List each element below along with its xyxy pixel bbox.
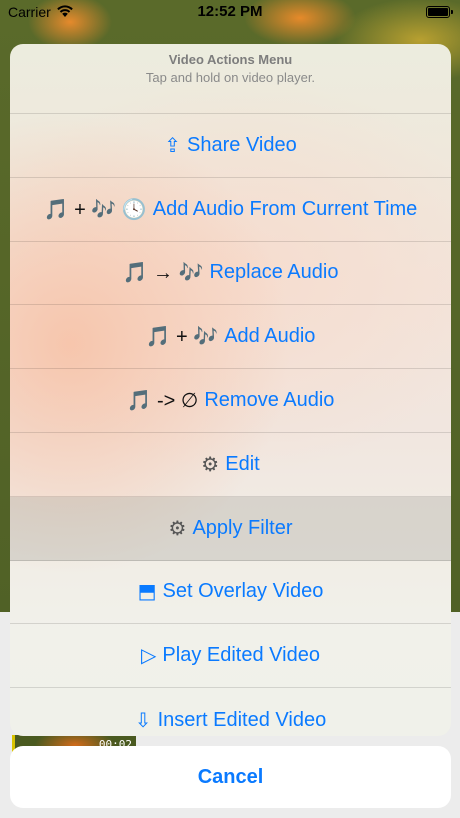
action-share-video-button[interactable]: ⇪ Share Video (10, 114, 451, 178)
status-time: 12:52 PM (197, 3, 263, 20)
action-add-audio-button[interactable]: 🎵 + 🎶 Add Audio (10, 305, 451, 370)
action-play-edited-video-button[interactable]: ▷ Play Edited Video (10, 624, 451, 689)
home-indicator (0, 806, 460, 818)
action-sheet: Video Actions Menu Tap and hold on video… (10, 44, 451, 736)
battery-icon (426, 6, 453, 18)
action-glyph-icon: ⬒ (137, 581, 157, 604)
action-insert-edited-video-button[interactable]: ⇩ Insert Edited Video (10, 688, 451, 736)
action-set-overlay-video-button[interactable]: ⬒ Set Overlay Video (10, 561, 451, 625)
action-label: Remove Audio (204, 389, 335, 412)
action-list: ⇪ Share Video 🎵 + 🎶 🕓 Add Audio From Curren… (10, 114, 451, 736)
action-label: Add Audio From Current Time (152, 197, 418, 220)
action-replace-audio-button[interactable]: 🎵 → 🎶 Replace Audio (10, 242, 451, 306)
action-label: Edit (225, 452, 260, 475)
cancel-button[interactable]: Cancel (10, 746, 451, 808)
action-glyph-icon: ⚙ (168, 517, 187, 540)
action-sheet-header: Video Actions Menu Tap and hold on video… (10, 44, 451, 114)
action-glyph-icon: ⇩ (134, 709, 152, 732)
action-glyph-icon: 🎵 -> ∅ (126, 390, 199, 413)
action-label: Replace Audio (209, 261, 339, 284)
action-glyph-icon: ⚙ (201, 453, 220, 476)
action-glyph-icon: ⇪ (164, 134, 182, 157)
action-edit-button[interactable]: ⚙ Edit (10, 433, 451, 497)
action-remove-audio-button[interactable]: 🎵 -> ∅ Remove Audio (10, 369, 451, 433)
action-glyph-icon: ▷ (141, 645, 157, 668)
action-label: Apply Filter (192, 516, 293, 539)
action-label: Share Video (187, 133, 297, 156)
action-label: Play Edited Video (162, 644, 320, 667)
action-apply-filter-button[interactable]: ⚙ Apply Filter (10, 496, 451, 561)
action-add-audio-from-current-time-button[interactable]: 🎵 + 🎶 🕓 Add Audio From Current Time (10, 178, 451, 242)
action-glyph-icon: 🎵 + 🎶 🕓 (43, 198, 147, 221)
action-glyph-icon: 🎵 → 🎶 (122, 262, 204, 285)
action-glyph-icon: 🎵 + 🎶 (145, 326, 219, 349)
action-label: Insert Edited Video (157, 708, 327, 731)
action-label: Set Overlay Video (162, 580, 324, 603)
action-sheet-subtitle: Tap and hold on video player. (145, 70, 316, 85)
action-sheet-title: Video Actions Menu (168, 52, 293, 67)
status-bar: Carrier 12:52 PM (0, 0, 460, 24)
action-label: Add Audio (224, 325, 316, 348)
